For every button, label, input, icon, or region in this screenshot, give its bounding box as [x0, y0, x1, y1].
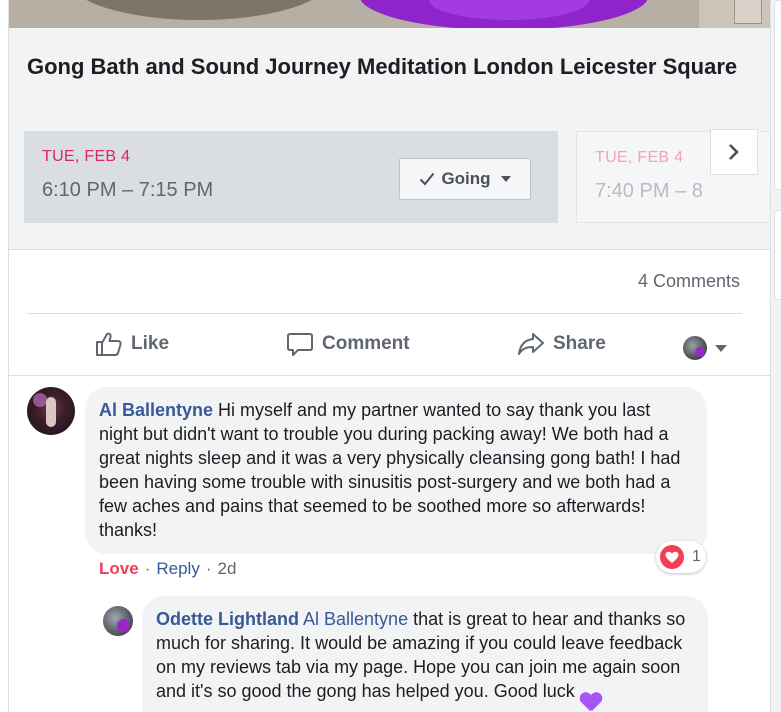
thumbs-up-icon	[96, 332, 122, 356]
purple-heart-icon	[580, 691, 602, 703]
reaction-count-badge[interactable]: 1	[656, 541, 706, 573]
next-slot-button[interactable]	[710, 129, 758, 175]
caret-down-icon	[500, 176, 511, 182]
share-label: Share	[553, 333, 606, 354]
going-label: Going	[441, 169, 491, 188]
caret-down-icon	[715, 344, 727, 352]
reply-author-link[interactable]: Odette Lightland	[156, 609, 299, 629]
comment-timestamp[interactable]: 2d	[218, 559, 237, 579]
reply-text-tail: Good luck	[493, 681, 580, 701]
share-arrow-icon	[518, 333, 544, 355]
slot-date: TUE, FEB 4	[595, 149, 684, 166]
comments-count-link[interactable]: 4 Comments	[638, 271, 740, 292]
event-header: Gong Bath and Sound Journey Meditation L…	[9, 28, 770, 250]
commenter-avatar[interactable]	[27, 387, 75, 435]
cover-photo-corner	[734, 0, 762, 24]
mention-link[interactable]: Al Ballentyne	[303, 609, 408, 629]
divider	[9, 375, 770, 376]
comment-author-link[interactable]: Al Ballentyne	[99, 400, 213, 420]
avatar	[683, 336, 707, 360]
slot-time: 7:40 PM – 8	[595, 180, 703, 202]
meta-separator: ·	[205, 559, 212, 578]
comment-label: Comment	[322, 333, 410, 354]
event-slot-selected[interactable]: TUE, FEB 4 6:10 PM – 7:15 PM Going	[24, 131, 558, 223]
slot-date: TUE, FEB 4	[42, 148, 131, 165]
divider	[27, 313, 742, 314]
comment-button[interactable]: Comment	[286, 328, 410, 360]
like-button[interactable]: Like	[95, 328, 169, 360]
event-title[interactable]: Gong Bath and Sound Journey Meditation L…	[27, 52, 747, 82]
cover-photo	[9, 0, 770, 28]
love-button[interactable]: Love	[99, 559, 139, 579]
panel-edge-top	[774, 0, 781, 190]
going-button[interactable]: Going	[399, 158, 531, 200]
reply-link[interactable]: Reply	[156, 559, 199, 579]
reply-author-avatar[interactable]	[103, 606, 133, 636]
reply-bubble: Odette Lightland Al Ballentyne that is g…	[142, 596, 708, 712]
share-button[interactable]: Share	[517, 328, 606, 360]
like-label: Like	[131, 333, 170, 354]
reaction-count: 1	[692, 548, 701, 565]
event-post-card: Gong Bath and Sound Journey Meditation L…	[8, 0, 771, 712]
slot-time: 6:10 PM – 7:15 PM	[42, 179, 214, 201]
meta-separator: ·	[144, 559, 151, 578]
comment-bubble: Al Ballentyne Hi myself and my partner w…	[85, 387, 707, 554]
speech-bubble-icon	[287, 333, 313, 356]
panel-edge-bottom	[774, 210, 781, 300]
chevron-right-icon	[729, 144, 739, 160]
comment-meta: Love · Reply · 2d	[99, 559, 236, 579]
love-reaction-icon	[660, 545, 684, 569]
comment-as-selector[interactable]	[683, 332, 727, 364]
check-icon	[420, 172, 435, 186]
right-panel-edge	[771, 0, 781, 712]
comment-text: Hi myself and my partner wanted to say t…	[99, 400, 681, 540]
